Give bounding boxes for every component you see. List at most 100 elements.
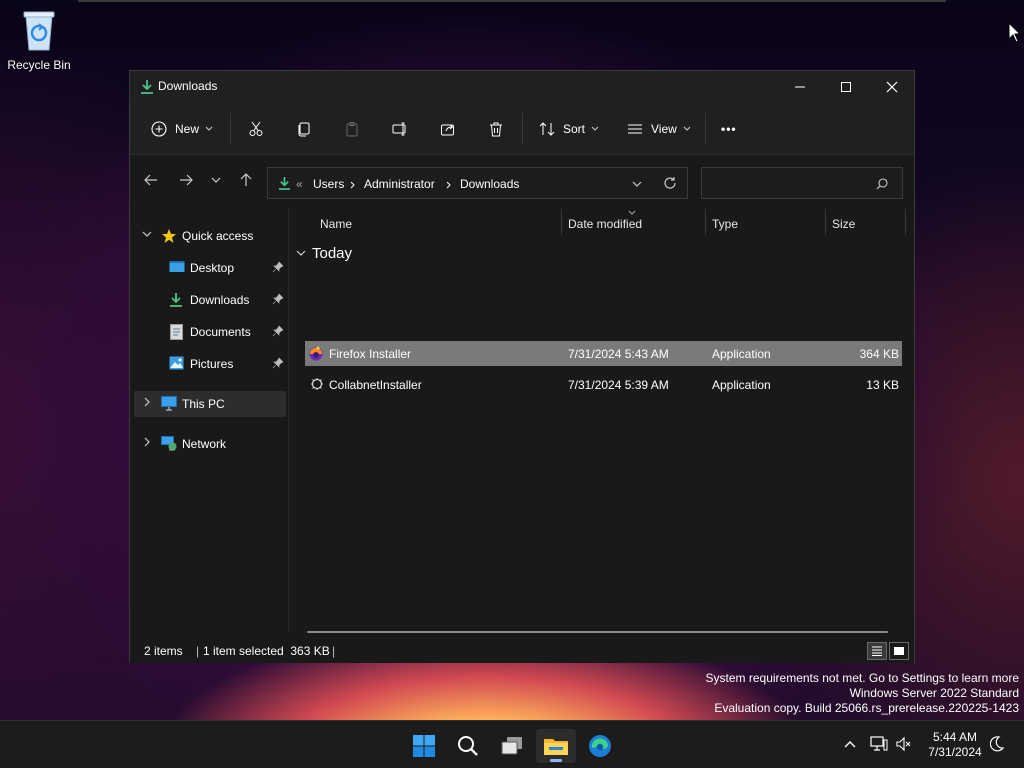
horizontal-scrollbar[interactable] — [307, 631, 888, 633]
copy-button[interactable] — [296, 117, 312, 141]
new-button[interactable]: New — [151, 117, 213, 141]
chevron-down-icon — [205, 126, 213, 131]
column-divider[interactable] — [825, 209, 826, 235]
file-date: 7/31/2024 5:39 AM — [568, 378, 669, 392]
scissors-icon — [249, 121, 263, 136]
sidebar-item-downloads[interactable]: Downloads — [134, 287, 286, 313]
file-explorer-taskbar-button[interactable] — [536, 729, 576, 763]
mouse-cursor-icon — [1008, 22, 1022, 43]
title-bar[interactable]: Downloads — [130, 71, 914, 103]
column-header-name[interactable]: Name — [320, 217, 352, 231]
more-icon: ••• — [721, 122, 737, 136]
sort-button[interactable]: Sort — [539, 117, 599, 141]
large-icons-view-icon — [894, 647, 904, 655]
sidebar-item-quick-access[interactable]: Quick access — [134, 223, 286, 249]
table-row[interactable]: Firefox Installer 7/31/2024 5:43 AM Appl… — [305, 341, 902, 366]
paste-icon — [346, 122, 358, 137]
recent-locations-chevron-icon[interactable] — [211, 177, 221, 185]
task-view-icon — [501, 737, 522, 755]
column-header-date-modified[interactable]: Date modified — [568, 217, 642, 231]
command-separator — [230, 113, 231, 145]
task-view-button[interactable] — [492, 729, 532, 763]
share-icon — [441, 124, 454, 136]
status-bar: 2 items | 1 item selected 363 KB | — [130, 639, 914, 663]
column-divider[interactable] — [705, 209, 706, 235]
column-header-type[interactable]: Type — [712, 217, 738, 231]
column-divider[interactable] — [561, 209, 562, 235]
folder-icon — [544, 739, 568, 755]
refresh-icon[interactable] — [663, 176, 677, 190]
paste-button[interactable] — [344, 117, 360, 141]
downloads-icon — [278, 177, 291, 190]
details-view-button[interactable] — [867, 642, 887, 660]
notifications-moon-icon[interactable] — [990, 736, 1004, 752]
downloads-icon — [141, 80, 153, 94]
up-arrow-icon[interactable] — [239, 173, 253, 187]
network-icon — [161, 436, 177, 451]
back-arrow-icon[interactable] — [144, 173, 158, 187]
forward-arrow-icon[interactable] — [179, 173, 193, 187]
breadcrumb-users[interactable]: Users — [313, 177, 344, 191]
show-hidden-icons-chevron-icon[interactable] — [844, 740, 856, 748]
plus-circle-icon — [151, 121, 167, 137]
address-bar[interactable]: « Users Administrator Downloads — [267, 167, 688, 199]
breadcrumb-administrator[interactable]: Administrator — [364, 177, 435, 191]
chevron-down-icon — [142, 231, 152, 237]
copy-icon — [298, 122, 310, 137]
column-divider[interactable] — [905, 209, 906, 235]
sort-label: Sort — [563, 122, 586, 136]
group-label: Today — [312, 245, 353, 262]
table-row[interactable]: CollabnetInstaller 7/31/2024 5:39 AM App… — [305, 372, 902, 397]
volume-muted-icon[interactable] — [896, 736, 912, 752]
breadcrumb-downloads[interactable]: Downloads — [460, 177, 519, 191]
cut-button[interactable] — [248, 117, 264, 141]
chevron-right-icon — [144, 397, 150, 407]
share-button[interactable] — [440, 117, 456, 141]
command-separator — [522, 113, 523, 145]
maximize-icon — [841, 82, 851, 92]
network-status-icon[interactable] — [870, 735, 888, 753]
taskbar-search-button[interactable] — [448, 729, 488, 763]
rename-button[interactable] — [392, 117, 408, 141]
system-clock[interactable]: 5:44 AM 7/31/2024 — [922, 730, 988, 760]
downloads-icon — [170, 293, 182, 307]
recycle-bin-desktop-icon[interactable]: Recycle Bin — [4, 8, 74, 72]
search-input[interactable] — [708, 174, 868, 192]
address-history-chevron-icon[interactable] — [632, 181, 642, 188]
edge-taskbar-button[interactable] — [580, 729, 620, 763]
sidebar-item-this-pc[interactable]: This PC — [134, 391, 286, 417]
sidebar-item-label: Quick access — [182, 229, 254, 243]
see-more-button[interactable]: ••• — [721, 117, 737, 141]
maximize-button[interactable] — [823, 71, 869, 103]
file-date: 7/31/2024 5:43 AM — [568, 347, 669, 361]
chevron-down-icon — [591, 126, 599, 131]
sidebar-item-network[interactable]: Network — [134, 431, 286, 457]
sidebar-item-label: Documents — [190, 325, 251, 339]
watermark-line: System requirements not met. Go to Setti… — [705, 671, 1019, 685]
application-file-icon — [311, 378, 323, 390]
start-button[interactable] — [404, 729, 444, 763]
view-button[interactable]: View — [627, 117, 691, 141]
navigation-bar: « Users Administrator Downloads — [130, 155, 914, 209]
command-bar: New Sort View ••• — [130, 103, 914, 155]
column-header-size[interactable]: Size — [832, 217, 855, 231]
minimize-button[interactable] — [777, 71, 823, 103]
breadcrumb-overflow[interactable]: « — [296, 177, 303, 191]
search-icon — [458, 736, 478, 756]
sidebar-item-pictures[interactable]: Pictures — [134, 351, 286, 377]
taskbar: 5:44 AM 7/31/2024 — [0, 720, 1024, 768]
large-icons-view-button[interactable] — [889, 642, 909, 660]
sidebar-item-documents[interactable]: Documents — [134, 319, 286, 345]
sidebar-item-desktop[interactable]: Desktop — [134, 255, 286, 281]
command-separator — [705, 113, 706, 145]
search-icon[interactable] — [876, 178, 888, 190]
minimize-icon — [795, 86, 805, 88]
close-button[interactable] — [869, 71, 915, 103]
view-list-icon — [628, 124, 642, 134]
chevron-down-icon — [296, 250, 306, 256]
search-box[interactable] — [701, 167, 903, 199]
group-header-today[interactable]: Today — [296, 245, 352, 262]
delete-button[interactable] — [488, 117, 504, 141]
file-explorer-window: Downloads New Sort View ••• « Users Admi… — [129, 70, 915, 663]
rename-icon — [392, 122, 406, 136]
